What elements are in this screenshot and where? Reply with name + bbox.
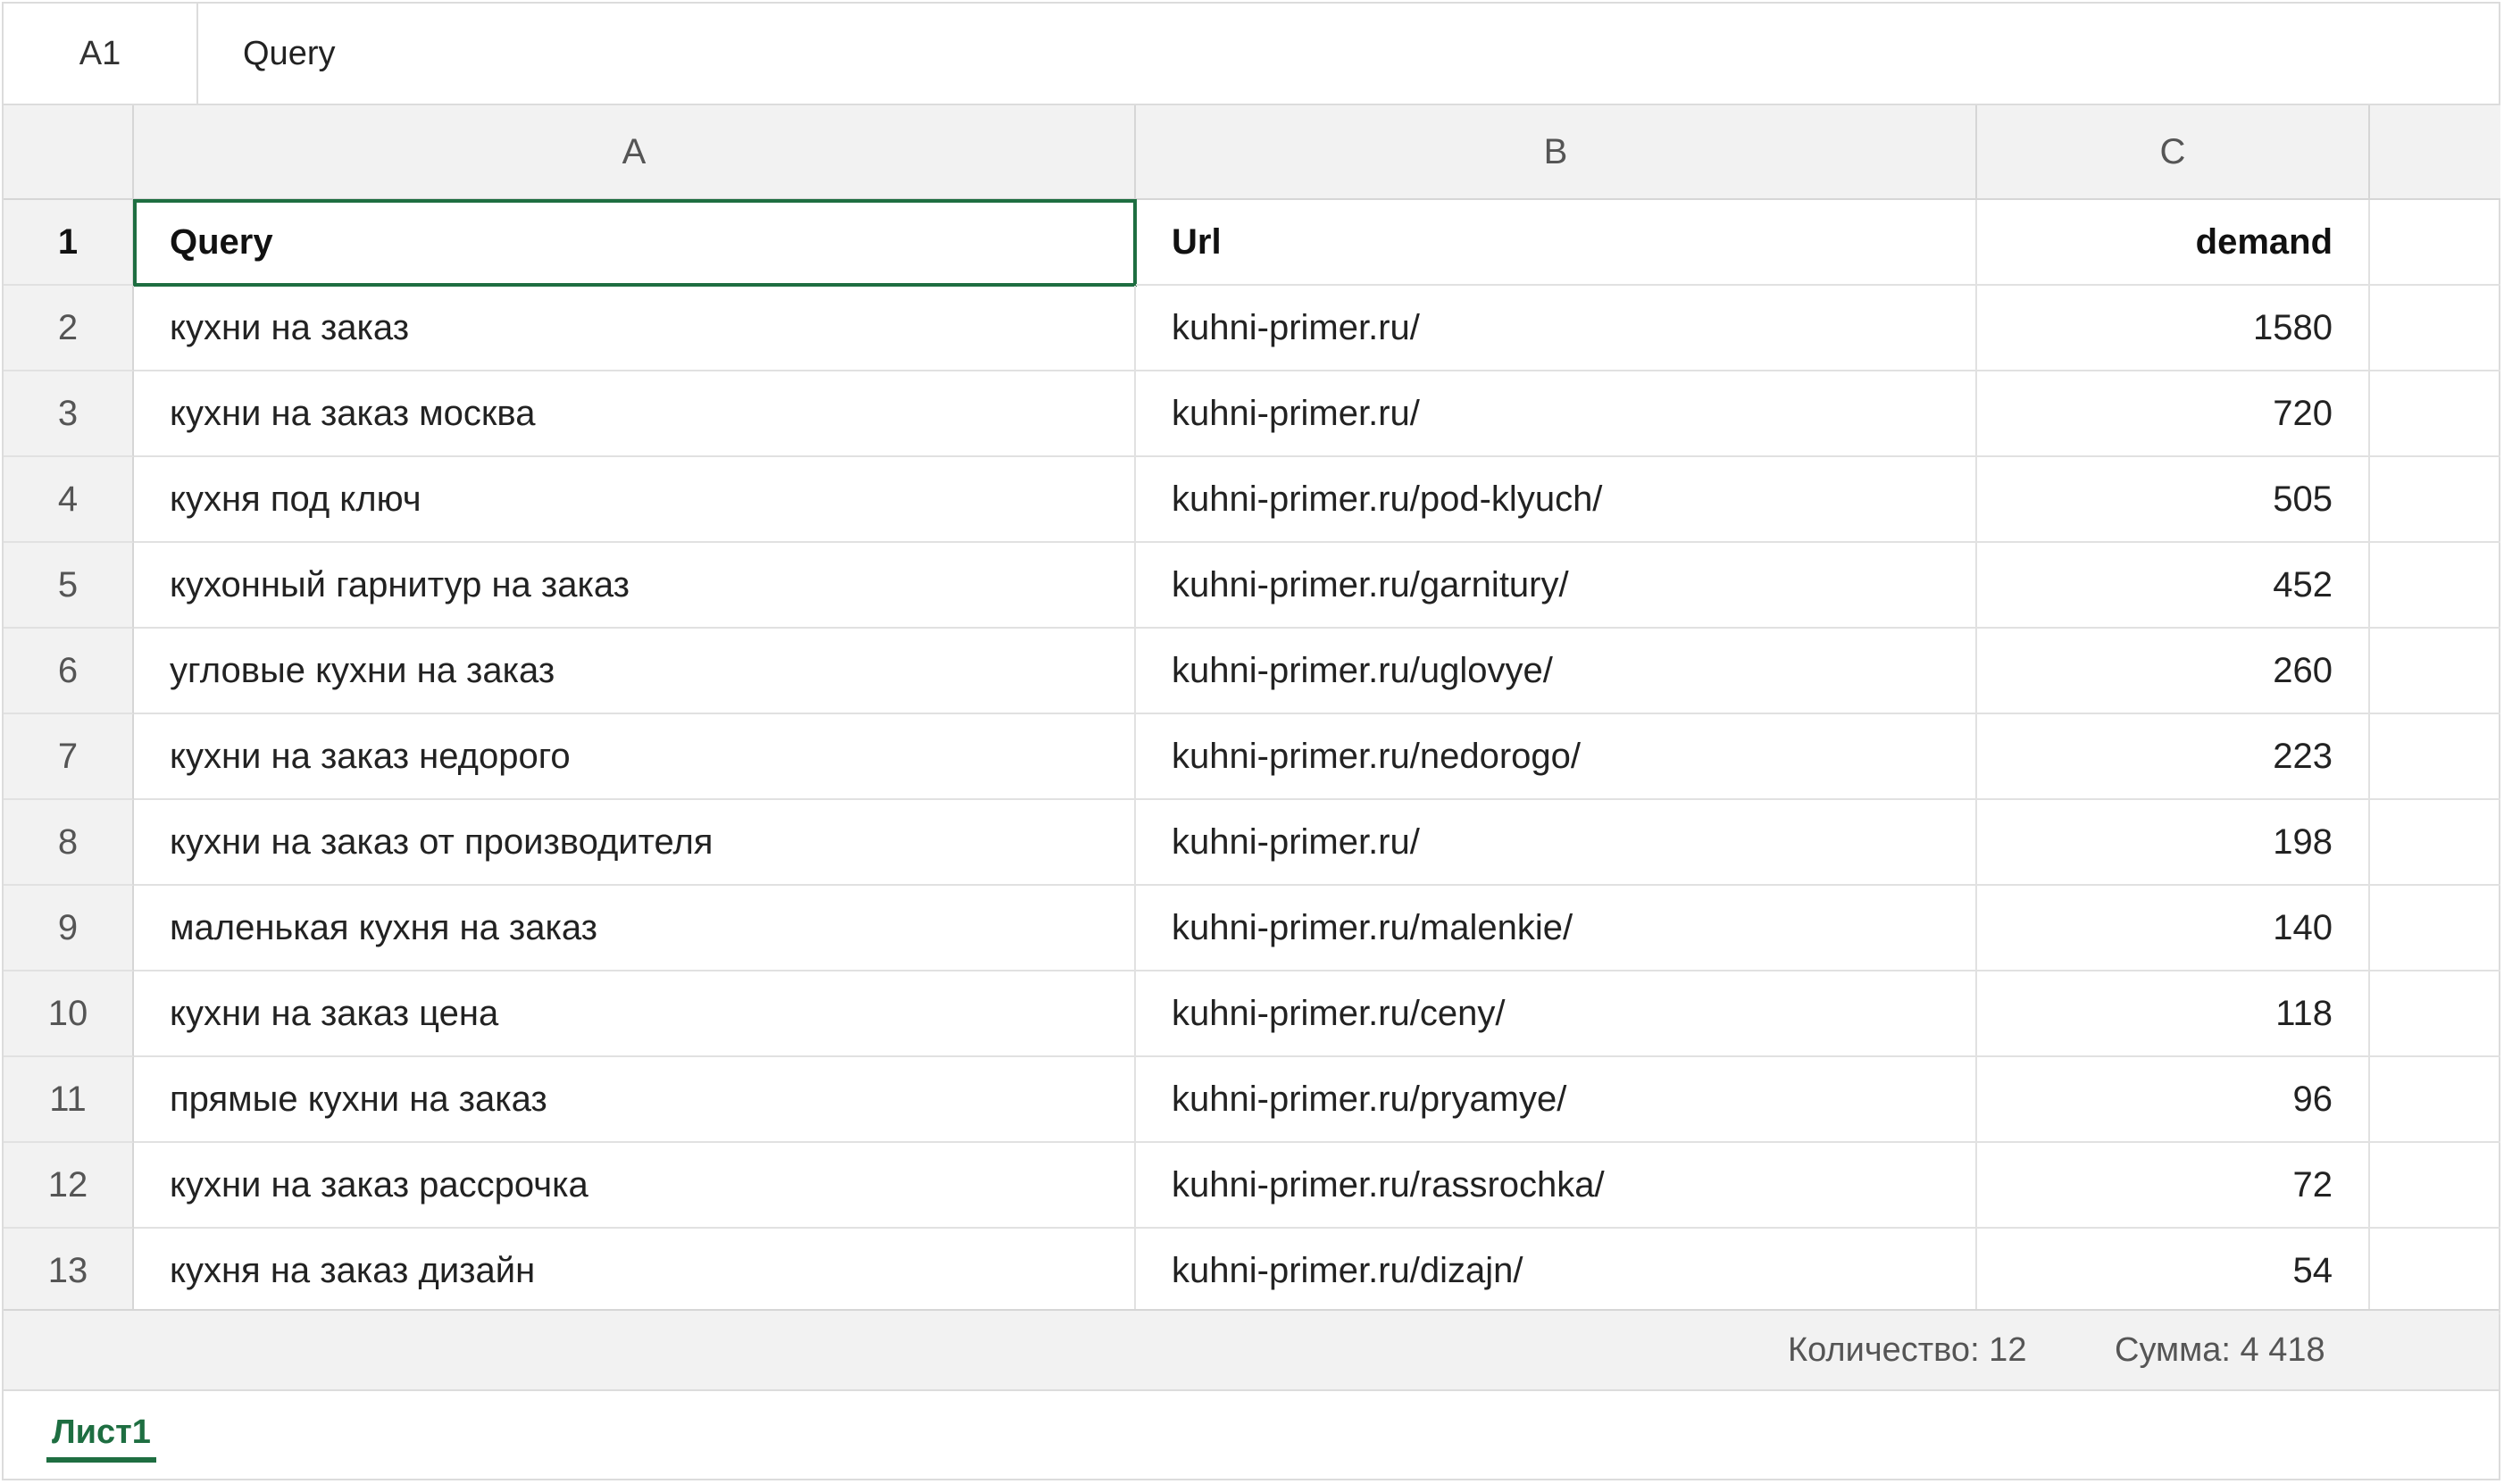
cell-query[interactable]: кухни на заказ от производителя bbox=[134, 800, 1136, 886]
table-row: 5 кухонный гарнитур на заказ kuhni-prime… bbox=[4, 543, 2500, 629]
cell-a1[interactable]: Query bbox=[133, 199, 1137, 287]
row-number[interactable]: 5 bbox=[4, 543, 134, 629]
cell-empty[interactable] bbox=[2370, 543, 2500, 629]
formula-input[interactable]: Query bbox=[243, 4, 335, 104]
status-count: Количество: 12 bbox=[1788, 1330, 2027, 1369]
table-row: 12 кухни на заказ рассрочка kuhni-primer… bbox=[4, 1143, 2500, 1229]
cell-demand[interactable]: 505 bbox=[1977, 457, 2370, 543]
cell-demand[interactable]: 118 bbox=[1977, 971, 2370, 1057]
cell-empty[interactable] bbox=[2370, 457, 2500, 543]
cell-query[interactable]: кухонный гарнитур на заказ bbox=[134, 543, 1136, 629]
cell-b1[interactable]: Url bbox=[1136, 200, 1977, 286]
row-number[interactable]: 2 bbox=[4, 286, 134, 371]
formula-bar: A1 Query bbox=[4, 4, 2499, 105]
row-number[interactable]: 10 bbox=[4, 971, 134, 1057]
cell-demand[interactable]: 452 bbox=[1977, 543, 2370, 629]
cell-url[interactable]: kuhni-primer.ru/rassrochka/ bbox=[1136, 1143, 1977, 1229]
row-number[interactable]: 11 bbox=[4, 1057, 134, 1143]
cell-url[interactable]: kuhni-primer.ru/ bbox=[1136, 371, 1977, 457]
cell-demand[interactable]: 96 bbox=[1977, 1057, 2370, 1143]
row-number[interactable]: 12 bbox=[4, 1143, 134, 1229]
row-number[interactable]: 4 bbox=[4, 457, 134, 543]
cell-query[interactable]: угловые кухни на заказ bbox=[134, 629, 1136, 714]
cell-url[interactable]: kuhni-primer.ru/malenkie/ bbox=[1136, 886, 1977, 971]
sheet-tabs-bar: Лист1 bbox=[4, 1391, 2499, 1479]
cell-url[interactable]: kuhni-primer.ru/pod-klyuch/ bbox=[1136, 457, 1977, 543]
row-number[interactable]: 13 bbox=[4, 1229, 134, 1314]
row-number[interactable]: 1 bbox=[4, 200, 134, 286]
sheet-tab-list1[interactable]: Лист1 bbox=[46, 1407, 156, 1463]
cell-query[interactable]: кухни на заказ bbox=[134, 286, 1136, 371]
row-number[interactable]: 8 bbox=[4, 800, 134, 886]
column-header-empty bbox=[2370, 105, 2500, 200]
cell-empty[interactable] bbox=[2370, 1057, 2500, 1143]
cell-empty[interactable] bbox=[2370, 886, 2500, 971]
cell-query[interactable]: прямые кухни на заказ bbox=[134, 1057, 1136, 1143]
table-row: 7 кухни на заказ недорого kuhni-primer.r… bbox=[4, 714, 2500, 800]
cell-demand[interactable]: 140 bbox=[1977, 886, 2370, 971]
cell-empty[interactable] bbox=[2370, 800, 2500, 886]
cell-demand[interactable]: 223 bbox=[1977, 714, 2370, 800]
cell-empty[interactable] bbox=[2370, 371, 2500, 457]
table-row: 2 кухни на заказ kuhni-primer.ru/ 1580 bbox=[4, 286, 2500, 371]
cell-url[interactable]: kuhni-primer.ru/pryamye/ bbox=[1136, 1057, 1977, 1143]
cell-c1[interactable]: demand bbox=[1977, 200, 2370, 286]
cell-url[interactable]: kuhni-primer.ru/ bbox=[1136, 800, 1977, 886]
name-box[interactable]: A1 bbox=[4, 4, 198, 104]
cell-empty[interactable] bbox=[2370, 1143, 2500, 1229]
row-number[interactable]: 6 bbox=[4, 629, 134, 714]
cell-demand[interactable]: 198 bbox=[1977, 800, 2370, 886]
table-row: 1 Query Url demand bbox=[4, 199, 2500, 287]
cell-url[interactable]: kuhni-primer.ru/ bbox=[1136, 286, 1977, 371]
cell-demand[interactable]: 72 bbox=[1977, 1143, 2370, 1229]
row-number[interactable]: 9 bbox=[4, 886, 134, 971]
table-row: 10 кухни на заказ цена kuhni-primer.ru/c… bbox=[4, 971, 2500, 1057]
status-sum: Сумма: 4 418 bbox=[2115, 1330, 2325, 1369]
column-header-a[interactable]: A bbox=[134, 105, 1136, 200]
table-row: 8 кухни на заказ от производителя kuhni-… bbox=[4, 800, 2500, 886]
table-row: 6 угловые кухни на заказ kuhni-primer.ru… bbox=[4, 629, 2500, 714]
column-header-row: A B C bbox=[4, 105, 2500, 200]
cell-demand[interactable]: 720 bbox=[1977, 371, 2370, 457]
cell-query[interactable]: кухни на заказ недорого bbox=[134, 714, 1136, 800]
cell-query[interactable]: маленькая кухня на заказ bbox=[134, 886, 1136, 971]
spreadsheet-window: A1 Query A B C 1 Query Url demand 2 кухн… bbox=[2, 2, 2500, 1480]
row-number[interactable]: 3 bbox=[4, 371, 134, 457]
cell-url[interactable]: kuhni-primer.ru/dizajn/ bbox=[1136, 1229, 1977, 1314]
table-row: 9 маленькая кухня на заказ kuhni-primer.… bbox=[4, 886, 2500, 971]
cell-demand[interactable]: 1580 bbox=[1977, 286, 2370, 371]
cell-demand[interactable]: 54 bbox=[1977, 1229, 2370, 1314]
column-header-b[interactable]: B bbox=[1136, 105, 1977, 200]
cell-empty[interactable] bbox=[2370, 971, 2500, 1057]
select-all-corner[interactable] bbox=[4, 105, 134, 200]
cell-query[interactable]: кухня под ключ bbox=[134, 457, 1136, 543]
cell-query[interactable]: кухня на заказ дизайн bbox=[134, 1229, 1136, 1314]
cell-empty[interactable] bbox=[2370, 286, 2500, 371]
cell-empty[interactable] bbox=[2370, 1229, 2500, 1314]
status-bar: Количество: 12 Сумма: 4 418 bbox=[4, 1309, 2499, 1391]
cell-demand[interactable]: 260 bbox=[1977, 629, 2370, 714]
row-number[interactable]: 7 bbox=[4, 714, 134, 800]
cell-url[interactable]: kuhni-primer.ru/nedorogo/ bbox=[1136, 714, 1977, 800]
cell-query[interactable]: кухни на заказ рассрочка bbox=[134, 1143, 1136, 1229]
cell-query[interactable]: кухни на заказ цена bbox=[134, 971, 1136, 1057]
cell-empty[interactable] bbox=[2370, 714, 2500, 800]
table-row: 13 кухня на заказ дизайн kuhni-primer.ru… bbox=[4, 1229, 2500, 1314]
cell-url[interactable]: kuhni-primer.ru/garnitury/ bbox=[1136, 543, 1977, 629]
table-row: 11 прямые кухни на заказ kuhni-primer.ru… bbox=[4, 1057, 2500, 1143]
cell-url[interactable]: kuhni-primer.ru/uglovye/ bbox=[1136, 629, 1977, 714]
cell-query[interactable]: кухни на заказ москва bbox=[134, 371, 1136, 457]
cell-d1[interactable] bbox=[2370, 200, 2500, 286]
table-row: 4 кухня под ключ kuhni-primer.ru/pod-kly… bbox=[4, 457, 2500, 543]
cell-url[interactable]: kuhni-primer.ru/ceny/ bbox=[1136, 971, 1977, 1057]
table-row: 3 кухни на заказ москва kuhni-primer.ru/… bbox=[4, 371, 2500, 457]
column-header-c[interactable]: C bbox=[1977, 105, 2370, 200]
cell-empty[interactable] bbox=[2370, 629, 2500, 714]
